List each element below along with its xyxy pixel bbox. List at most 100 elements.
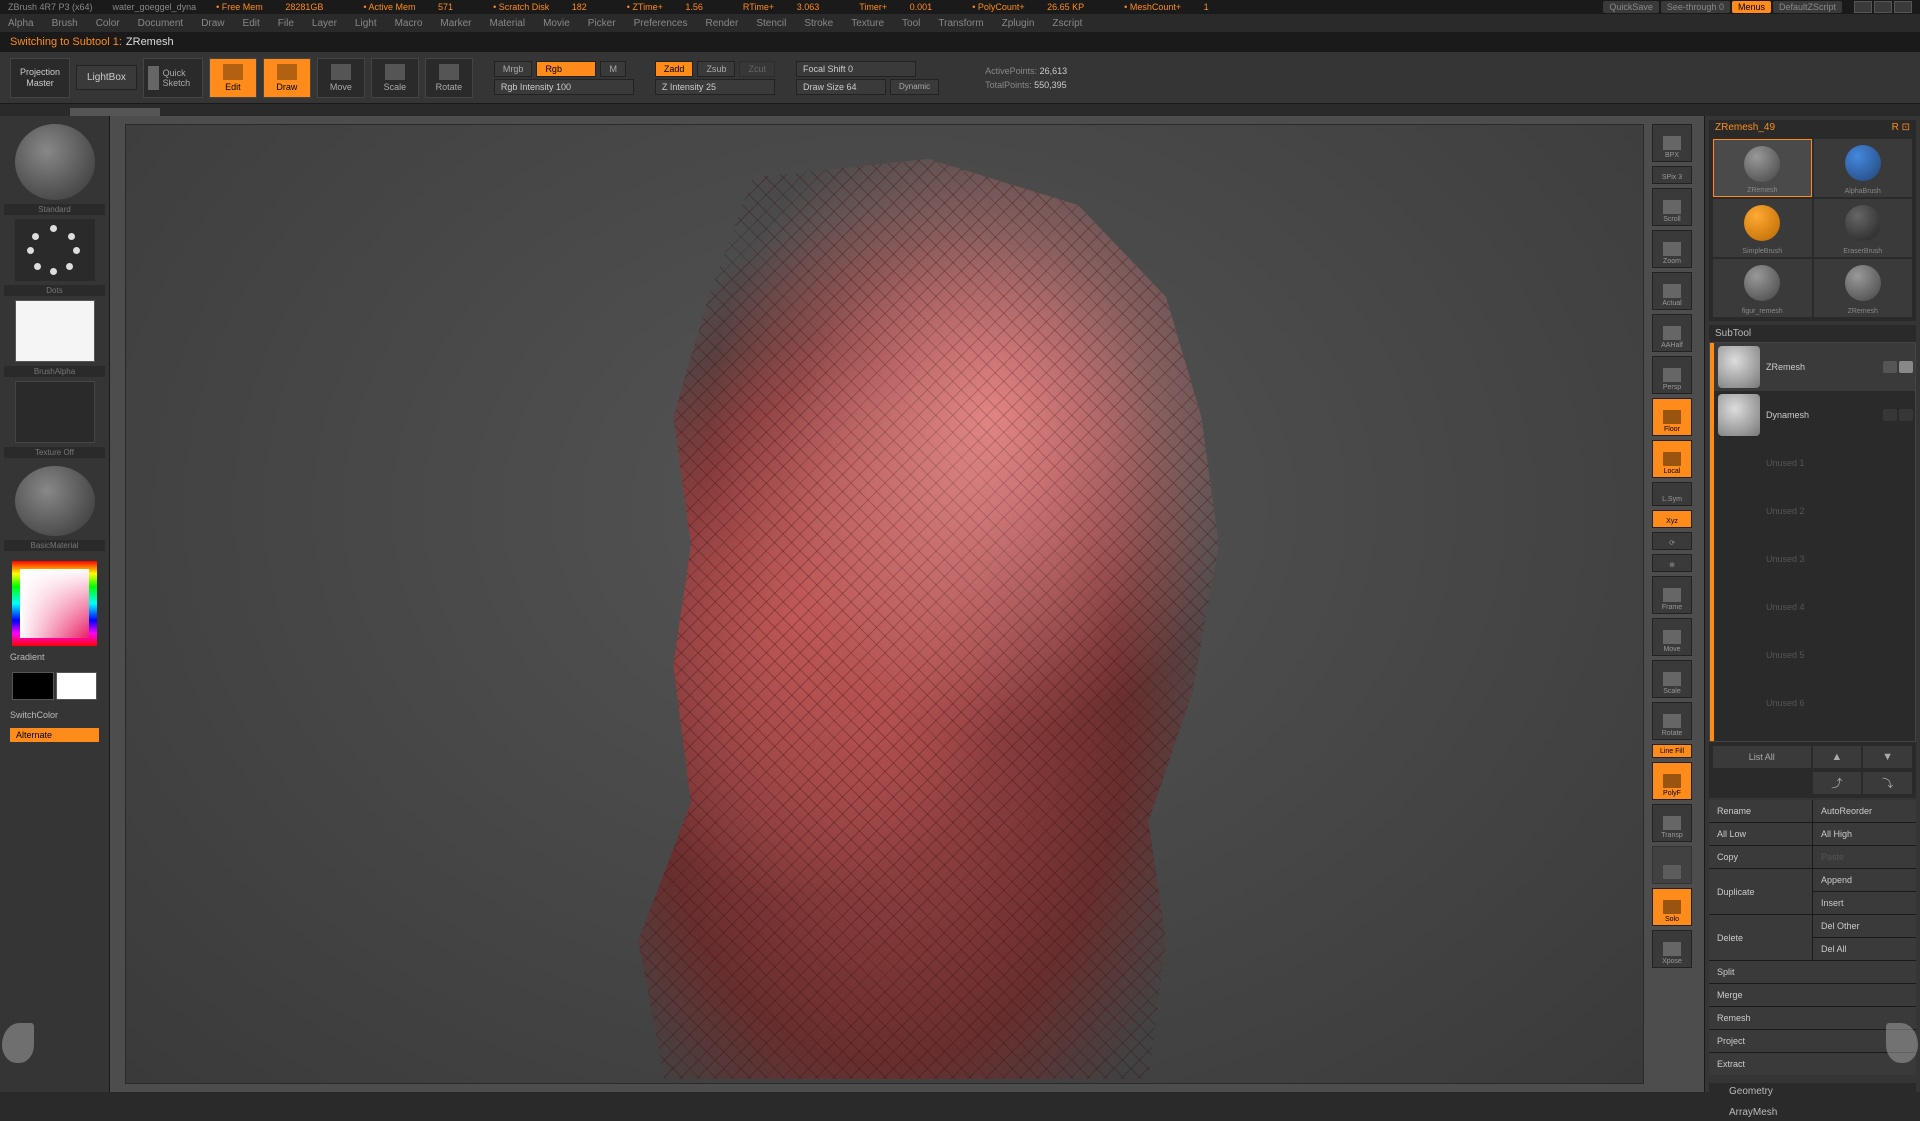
lsym-button[interactable]: L.Sym <box>1652 482 1692 506</box>
persp-button[interactable]: Persp <box>1652 356 1692 394</box>
viewport[interactable] <box>125 124 1644 1084</box>
local-button[interactable]: Local <box>1652 440 1692 478</box>
draw-button[interactable]: Draw <box>263 58 311 98</box>
texture-thumb[interactable] <box>15 381 95 443</box>
arraymesh-header[interactable]: ArrayMesh <box>1709 1104 1916 1121</box>
scroll-button[interactable]: Scroll <box>1652 188 1692 226</box>
geometry-header[interactable]: Geometry <box>1709 1083 1916 1100</box>
menu-movie[interactable]: Movie <box>543 18 570 29</box>
menu-tool[interactable]: Tool <box>902 18 920 29</box>
copy-button[interactable]: Copy <box>1709 846 1812 868</box>
brush-thumb[interactable] <box>15 124 95 200</box>
eye-icon[interactable] <box>1899 361 1913 373</box>
menu-macro[interactable]: Macro <box>395 18 423 29</box>
transp-button[interactable]: Transp <box>1652 804 1692 842</box>
linefill-button[interactable]: Line Fill <box>1652 744 1692 758</box>
menu-render[interactable]: Render <box>706 18 739 29</box>
extract-button[interactable]: Extract <box>1709 1053 1916 1075</box>
visibility-icon[interactable] <box>1883 361 1897 373</box>
autoreorder-button[interactable]: AutoReorder <box>1813 800 1916 822</box>
quicksave-button[interactable]: QuickSave <box>1603 1 1659 13</box>
list-all-button[interactable]: List All <box>1713 746 1811 768</box>
polyf-button[interactable]: PolyF <box>1652 762 1692 800</box>
del-other-button[interactable]: Del Other <box>1813 915 1916 937</box>
tool-figur[interactable]: figur_remesh <box>1713 259 1812 317</box>
frame-button[interactable]: Frame <box>1652 576 1692 614</box>
rgb-button[interactable]: Rgb <box>536 61 596 77</box>
alternate-button[interactable]: Alternate <box>10 728 99 742</box>
z-intensity-slider[interactable]: Z Intensity 25 <box>655 79 775 95</box>
arrow-down-icon[interactable]: ▼ <box>1863 746 1912 768</box>
subtool-row[interactable]: Unused 4 <box>1710 583 1915 631</box>
zsub-button[interactable]: Zsub <box>697 61 735 77</box>
menu-layer[interactable]: Layer <box>312 18 337 29</box>
edit-button[interactable]: Edit <box>209 58 257 98</box>
menu-draw[interactable]: Draw <box>201 18 224 29</box>
menu-zplugin[interactable]: Zplugin <box>1002 18 1035 29</box>
scale-button[interactable]: Scale <box>371 58 419 98</box>
move-up-icon[interactable]: ⤴ <box>1813 772 1862 794</box>
menu-color[interactable]: Color <box>96 18 120 29</box>
menu-stencil[interactable]: Stencil <box>756 18 786 29</box>
maximize-icon[interactable] <box>1874 1 1892 13</box>
subtool-row[interactable]: Dynamesh <box>1710 391 1915 439</box>
quick-sketch-button[interactable]: Quick Sketch <box>143 58 203 98</box>
actual-button[interactable]: Actual <box>1652 272 1692 310</box>
project-button[interactable]: Project <box>1709 1030 1916 1052</box>
all-low-button[interactable]: All Low <box>1709 823 1812 845</box>
zadd-button[interactable]: Zadd <box>655 61 694 77</box>
append-button[interactable]: Append <box>1813 869 1916 891</box>
rename-button[interactable]: Rename <box>1709 800 1812 822</box>
seethrough-slider[interactable]: See-through 0 <box>1661 1 1730 13</box>
menu-stroke[interactable]: Stroke <box>804 18 833 29</box>
remesh-button[interactable]: Remesh <box>1709 1007 1916 1029</box>
close-icon[interactable] <box>1894 1 1912 13</box>
solo-button[interactable]: Solo <box>1652 888 1692 926</box>
draw-size-slider[interactable]: Draw Size 64 <box>796 79 886 95</box>
visibility-icon[interactable] <box>1883 409 1897 421</box>
zoom-button[interactable]: Zoom <box>1652 230 1692 268</box>
subtool-header[interactable]: SubTool <box>1709 325 1916 342</box>
paste-button[interactable]: Paste <box>1813 846 1916 868</box>
menu-marker[interactable]: Marker <box>440 18 471 29</box>
menu-document[interactable]: Document <box>138 18 184 29</box>
menu-material[interactable]: Material <box>490 18 526 29</box>
subtool-row[interactable]: Unused 1 <box>1710 439 1915 487</box>
projection-master-button[interactable]: ProjectionMaster <box>10 58 70 98</box>
del-all-button[interactable]: Del All <box>1813 938 1916 960</box>
move-button[interactable]: Move <box>317 58 365 98</box>
split-button[interactable]: Split <box>1709 961 1916 983</box>
rotate-button[interactable]: Rotate <box>425 58 473 98</box>
swatch-black[interactable] <box>12 672 54 700</box>
tool-simplebrush[interactable]: SimpleBrush <box>1713 199 1812 257</box>
dock-scale-button[interactable]: Scale <box>1652 660 1692 698</box>
menu-preferences[interactable]: Preferences <box>634 18 688 29</box>
script-button[interactable]: DefaultZScript <box>1773 1 1842 13</box>
material-thumb[interactable] <box>15 466 95 536</box>
canvas-scroll[interactable] <box>0 108 1920 116</box>
rotate-c-icon[interactable]: ⟳ <box>1652 532 1692 550</box>
dock-move-button[interactable]: Move <box>1652 618 1692 656</box>
arrow-up-icon[interactable]: ▲ <box>1813 746 1862 768</box>
tool-alphabrush[interactable]: AlphaBrush <box>1814 139 1913 197</box>
pin-icon[interactable]: R ⊡ <box>1892 122 1910 133</box>
menu-file[interactable]: File <box>278 18 294 29</box>
all-high-button[interactable]: All High <box>1813 823 1916 845</box>
swatch-white[interactable] <box>56 672 98 700</box>
subtool-row[interactable]: Unused 2 <box>1710 487 1915 535</box>
xyz-button[interactable]: Xyz <box>1652 510 1692 528</box>
merge-button[interactable]: Merge <box>1709 984 1916 1006</box>
dynamic-button[interactable]: Dynamic <box>890 79 939 95</box>
subtool-row[interactable]: Unused 5 <box>1710 631 1915 679</box>
menu-picker[interactable]: Picker <box>588 18 616 29</box>
rgb-intensity-slider[interactable]: Rgb Intensity 100 <box>494 79 634 95</box>
subtool-row[interactable]: Unused 6 <box>1710 679 1915 727</box>
spix-slider[interactable]: SPix 3 <box>1652 166 1692 184</box>
color-picker[interactable] <box>12 561 97 646</box>
aahalf-button[interactable]: AAHalf <box>1652 314 1692 352</box>
delete-button[interactable]: Delete <box>1709 915 1812 960</box>
lightbox-button[interactable]: LightBox <box>76 65 137 90</box>
tool-zremesh[interactable]: ZRemesh <box>1713 139 1812 197</box>
subtool-row[interactable]: Unused 3 <box>1710 535 1915 583</box>
subtool-scrollbar[interactable] <box>1710 343 1714 741</box>
